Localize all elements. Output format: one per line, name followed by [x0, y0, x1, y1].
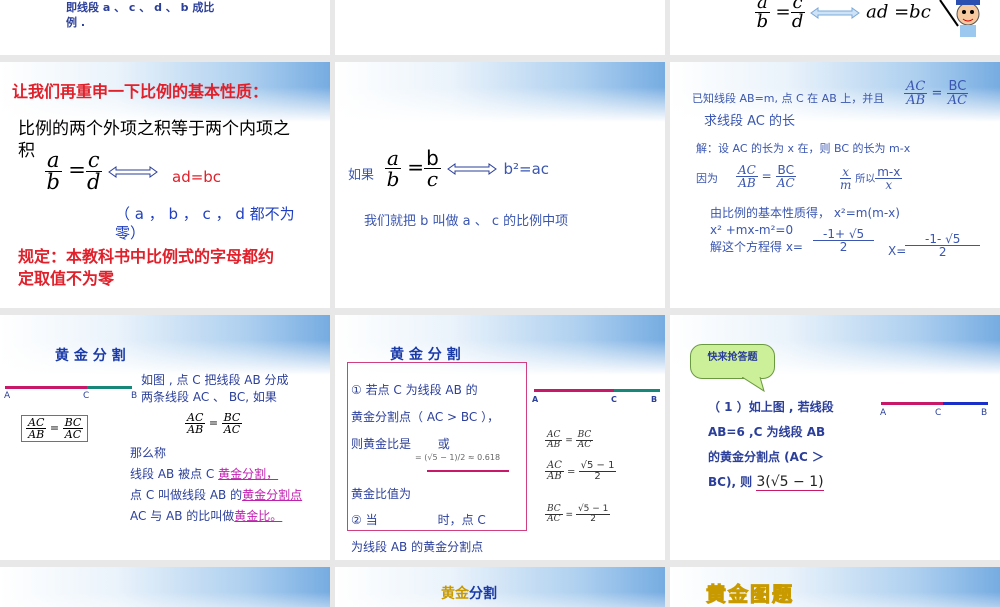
root-2: -1- √5 2: [905, 233, 981, 258]
slide-title: 让我们再重申一下比例的基本性质：: [12, 82, 269, 101]
slide-title: 黄 金 分 割: [55, 348, 126, 364]
definition-text: 那么称 线段 AB 被点 C 黄金分割， 点 C 叫做线段 AB 的黄金分割点 …: [130, 446, 303, 523]
question-text: 求线段 AC 的长: [704, 114, 796, 129]
solution-text: 解：设 AC 的长为 x 在，则 BC 的长为 m-x: [696, 142, 911, 155]
formula-result: ad=bc: [172, 168, 222, 186]
boxed-ratio: AC AB = BC AC: [21, 415, 89, 442]
ratio-formula: AC AB = BC AC: [736, 163, 796, 190]
teacher-cartoon-icon: [939, 0, 980, 37]
slide-thumbnail-5[interactable]: 如果 ab = b c b²=ac 我们就把 b 叫做 a 、 c 的比例中项: [335, 62, 665, 308]
slide-thumbnail-1[interactable]: 即线段 a 、 c 、 d 、 b 成比例 .: [0, 0, 330, 55]
point-c-label: C: [83, 391, 90, 401]
point-b-label: B: [651, 395, 658, 404]
slide-thumbnail-8[interactable]: 黄 金 分 割 ① 若点 C 为线段 AB 的 黄金分割点（ AC > BC ）…: [335, 315, 665, 560]
double-arrow-icon: [447, 162, 497, 175]
slide-thumbnail-12[interactable]: 黄金图题: [670, 567, 1000, 607]
segment-ac: [534, 389, 614, 392]
slide-thumbnail-4[interactable]: 让我们再重申一下比例的基本性质： 比例的两个外项之积等于两个内项之积 ab = c…: [0, 62, 330, 308]
segment-cb: [943, 402, 988, 405]
slide-thumbnail-2[interactable]: [335, 0, 665, 55]
slide-thumbnail-11[interactable]: 黄金分割: [335, 567, 665, 607]
point-a-label: A: [532, 395, 539, 404]
ratio-formula: AC AB = BC AC: [185, 411, 243, 436]
slide-header-background: [335, 62, 665, 122]
golden-ratio-formula: BC AC = √5 − 12: [545, 504, 611, 524]
definition-text: ① 若点 C 为线段 AB 的 黄金分割点（ AC > BC ）， 则黄金比是 …: [351, 383, 500, 451]
slide-thumbnail-9[interactable]: 快来抢答题 （ 1 ）如上图 , 若线段 AB=6 ,C 为线段 AB 的黄金分割点…: [670, 315, 1000, 560]
point-c-label: C: [611, 395, 617, 404]
proportion-formula: ab = c d ad =bc: [755, 0, 931, 31]
slide-header-background: [335, 567, 665, 607]
golden-ratio-approx: = (√5 − 1)/2 ≈ 0.618: [415, 453, 501, 462]
definition-text: ② 当时，点 C: [351, 513, 486, 527]
slide-header-background: [0, 315, 330, 375]
slide-title: 黄金图题: [706, 582, 794, 607]
slide-title: 黄 金 分 割: [390, 347, 461, 363]
golden-ratio-formula: AC AB = √5 − 12: [545, 460, 617, 482]
solution-text: 因为: [696, 172, 718, 185]
proportion-formula: ab = c d: [45, 150, 159, 193]
segment-ac: [5, 386, 87, 389]
slide-thumbnail-7[interactable]: 黄 金 分 割 A C B 如图 , 点 C 把线段 AB 分成 两条线段 AC …: [0, 315, 330, 560]
note: （ a ， b ， c ， d 都不为 零）: [115, 205, 295, 242]
segment-ac: [881, 402, 943, 405]
point-a-label: A: [4, 391, 11, 401]
slide-header-background: [0, 567, 330, 607]
segment-cb: [614, 389, 660, 392]
point-b-label: B: [131, 391, 138, 401]
definition-text: 我们就把 b 叫做 a 、 c 的比例中项: [364, 214, 569, 229]
definition-text: 为线段 AB 的黄金分割点: [351, 540, 484, 554]
label-if: 如果: [348, 168, 375, 183]
ratio-formula: AC AB = BC AC: [545, 430, 594, 450]
question-text: 已知线段 AB=m, 点 C 在 AB 上，并且: [692, 92, 885, 105]
slide-thumbnail-10[interactable]: [0, 567, 330, 607]
mean-proportional-formula: ab = b c b²=ac: [385, 146, 550, 191]
definition-text: 如图 , 点 C 把线段 AB 分成 两条线段 AC 、 BC, 如果: [141, 373, 289, 404]
question-text: （ 1 ）如上图 , 若线段 AB=6 ,C 为线段 AB 的黄金分割点 (AC ＞…: [708, 400, 834, 491]
rule-text: 规定：本教科书中比例式的字母都约 定取值不为零: [18, 247, 275, 288]
slide-text: 即线段 a 、 c 、 d 、 b 成比例 .: [66, 1, 215, 29]
speech-bubble: 快来抢答题: [690, 344, 775, 379]
point-c-label: C: [935, 408, 942, 418]
ratio-formula: xm 所以 m-x x: [840, 165, 903, 192]
slide-thumbnail-3[interactable]: ab = c d ad =bc: [670, 0, 1000, 55]
ratio-formula: AC AB = BC AC: [904, 79, 969, 108]
segment-cb: [87, 386, 132, 389]
root-2-label: X=: [888, 244, 907, 258]
point-a-label: A: [880, 408, 887, 418]
point-b-label: B: [981, 408, 988, 418]
root-1: -1+ √5 2: [813, 228, 875, 253]
slide-thumbnail-6[interactable]: 已知线段 AB=m, 点 C 在 AB 上，并且 AC AB = BC AC 求线段…: [670, 62, 1000, 308]
definition-text: 黄金比值为: [351, 487, 412, 501]
slide-title: 黄金分割: [441, 586, 497, 602]
double-arrow-icon: [810, 6, 861, 19]
bubble-tail-icon: [742, 377, 765, 393]
double-arrow-icon: [108, 165, 159, 178]
blank-underline: [427, 470, 509, 472]
